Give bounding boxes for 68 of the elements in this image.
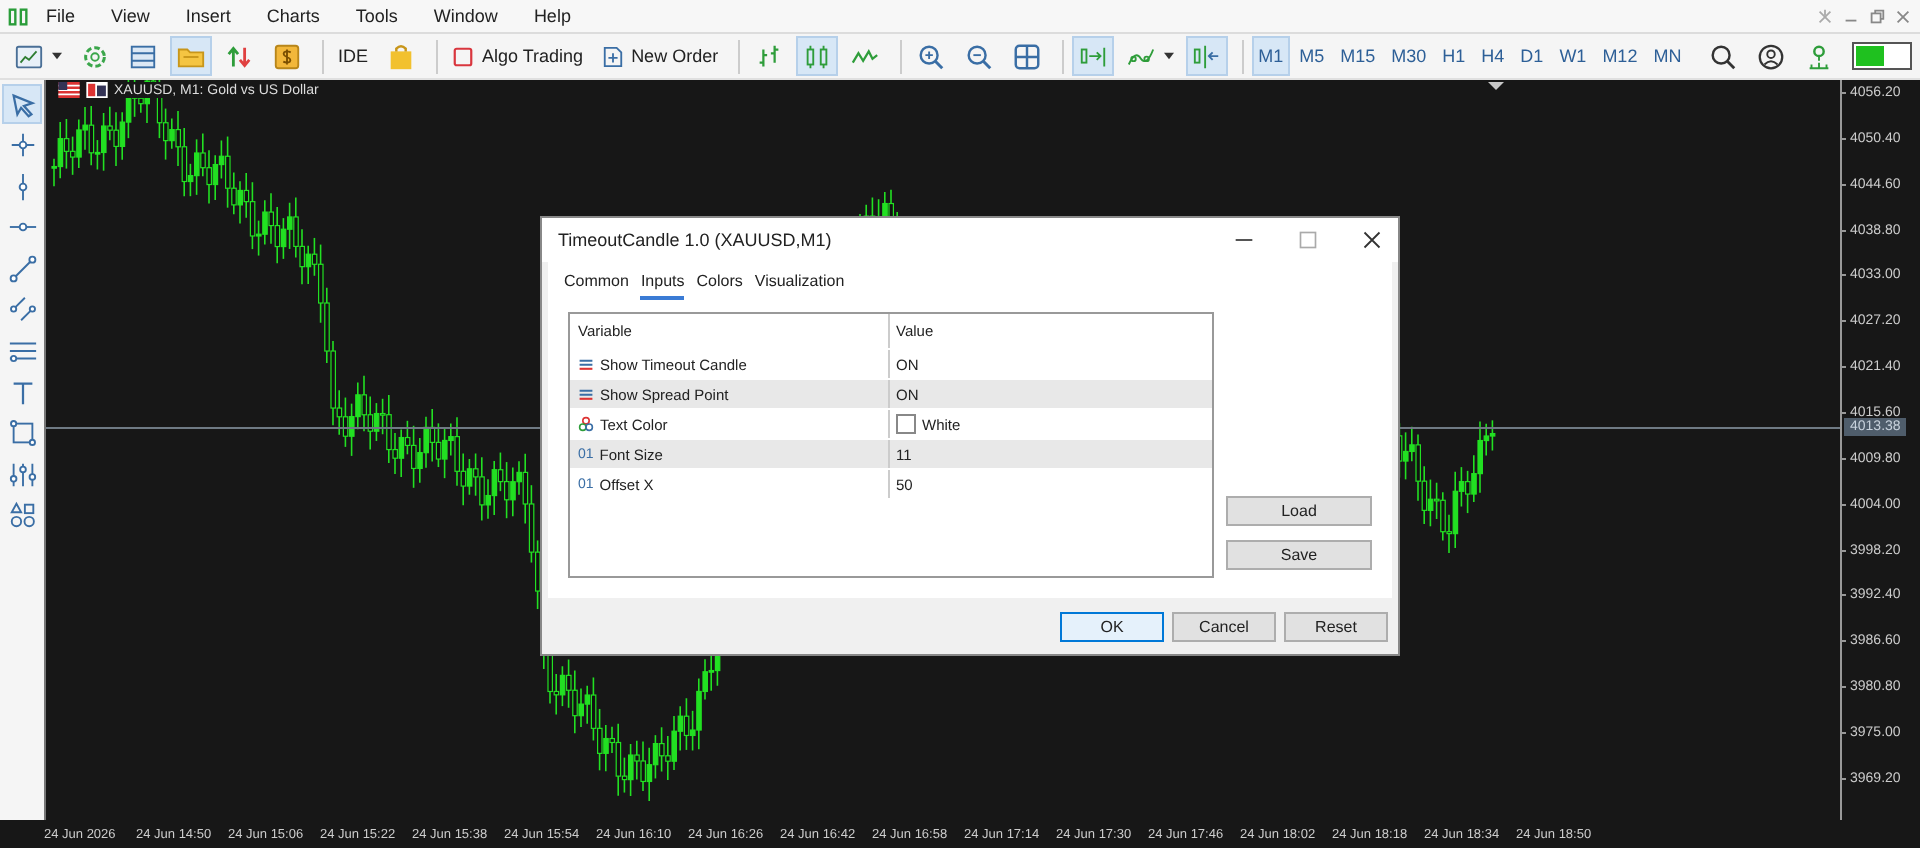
plus-icon <box>601 45 624 67</box>
timeframe-button[interactable]: M15 <box>1334 36 1382 76</box>
zoom-out-icon <box>964 41 995 71</box>
palette-icon <box>578 416 594 432</box>
autoscroll-button[interactable] <box>1072 36 1115 76</box>
new-order-button[interactable]: New Order <box>595 36 725 76</box>
candlestick-icon <box>802 41 833 71</box>
tab[interactable]: Common <box>564 270 629 300</box>
tab[interactable]: Visualization <box>754 270 845 300</box>
tab[interactable]: Inputs <box>640 270 685 300</box>
sliders-icon <box>7 459 37 490</box>
menu-item[interactable]: Tools <box>355 6 398 26</box>
shift-button[interactable] <box>1186 36 1229 76</box>
tab[interactable]: Colors <box>696 270 743 300</box>
timeframe-button[interactable]: M30 <box>1385 36 1433 76</box>
search-icon[interactable] <box>1708 41 1738 71</box>
toggle-type-icon <box>578 386 594 402</box>
shopping-bag-icon <box>386 41 417 71</box>
channel-icon <box>7 294 37 325</box>
zoom-in-icon <box>916 41 947 71</box>
square-icon <box>452 45 475 67</box>
account-icon[interactable] <box>1756 41 1786 71</box>
trend-line-icon <box>7 253 37 284</box>
crosshair-icon <box>7 130 37 161</box>
menu-item[interactable]: Insert <box>185 6 231 26</box>
restore-icon[interactable] <box>1868 7 1886 25</box>
dialog-button[interactable]: Reset <box>1284 611 1388 641</box>
menu-item[interactable]: Window <box>433 6 498 26</box>
color-swatch[interactable] <box>896 414 916 434</box>
timeframe-button[interactable]: H4 <box>1475 36 1511 76</box>
menu-item[interactable]: Help <box>533 6 571 26</box>
side-button[interactable]: Save <box>1226 540 1372 570</box>
dialog-button[interactable]: Cancel <box>1172 611 1276 641</box>
cursor-icon <box>7 89 37 119</box>
gear-icon <box>80 41 110 71</box>
timeframe-button[interactable]: W1 <box>1553 36 1593 76</box>
side-button[interactable]: Load <box>1226 496 1372 526</box>
shapes-icon <box>7 500 37 531</box>
timeframe-button[interactable]: M12 <box>1596 36 1644 76</box>
candles-button[interactable] <box>796 36 839 76</box>
maximize-icon[interactable] <box>1298 230 1318 250</box>
timeframe-button[interactable]: M1 <box>1252 36 1290 76</box>
app-logo-icon <box>8 5 30 27</box>
tile-windows-icon <box>1012 41 1043 71</box>
connection-bar-icon[interactable] <box>1852 42 1912 70</box>
chart-window-icon <box>14 41 44 71</box>
toggle-type-icon <box>578 356 594 372</box>
timeframe-button[interactable]: M5 <box>1293 36 1331 76</box>
timeframe-button[interactable]: MN <box>1647 36 1688 76</box>
menu-item[interactable]: Charts <box>266 6 320 26</box>
timeframe-button[interactable]: D1 <box>1514 36 1550 76</box>
signal-icon[interactable] <box>1804 41 1834 71</box>
chart-shift-icon <box>1192 41 1223 71</box>
menu-item[interactable]: File <box>46 6 76 26</box>
caret-icon <box>52 52 62 60</box>
dialog-button[interactable]: OK <box>1060 611 1164 641</box>
close-icon[interactable] <box>1362 230 1382 250</box>
algo-trading-button[interactable]: Algo Trading <box>446 36 590 76</box>
template-icon <box>128 41 158 71</box>
timeframe-button[interactable]: H1 <box>1436 36 1472 76</box>
rectangle-icon <box>7 418 37 449</box>
ide-button[interactable]: IDE <box>332 36 375 76</box>
menu-item[interactable]: View <box>111 6 150 26</box>
caret-icon <box>1164 52 1175 60</box>
dialog-title: TimeoutCandle 1.0 (XAUUSD,M1) <box>558 230 832 250</box>
cursor-tool-button[interactable] <box>2 84 42 124</box>
dollar-icon <box>272 41 302 71</box>
up-down-arrows-icon <box>224 41 254 71</box>
